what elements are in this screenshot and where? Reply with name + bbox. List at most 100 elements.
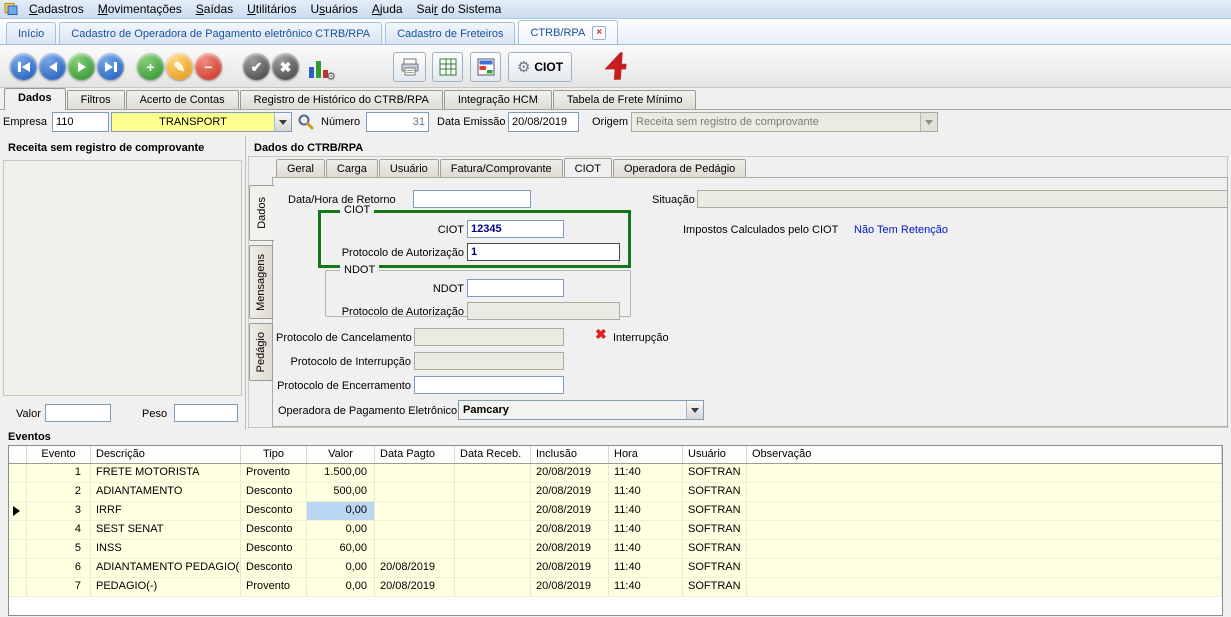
column-header[interactable]: Inclusão (531, 446, 609, 463)
grid-cell[interactable]: SOFTRAN (683, 559, 747, 577)
grid-cell[interactable]: 6 (27, 559, 91, 577)
ciot-button[interactable]: ⚙ CIOT (508, 52, 572, 82)
grid-cell[interactable]: 11:40 (609, 521, 683, 539)
grid-cell[interactable] (747, 464, 1222, 482)
empresa-dropdown-icon[interactable] (274, 113, 291, 131)
grid-cell[interactable]: 20/08/2019 (531, 483, 609, 501)
grid-cell[interactable]: PEDAGIO(-) (91, 578, 241, 596)
grid-cell[interactable]: Provento (241, 578, 307, 596)
ctrb-side-tab[interactable]: Mensagens (249, 245, 273, 319)
close-tab-icon[interactable]: × (592, 26, 606, 40)
grid-cell[interactable]: 5 (27, 540, 91, 558)
grid-cell[interactable]: 11:40 (609, 578, 683, 596)
grid-cell[interactable]: 500,00 (307, 483, 375, 501)
spreadsheet-button[interactable] (432, 52, 463, 82)
page-tab[interactable]: Acerto de Contas (126, 90, 239, 109)
column-header[interactable]: Observação (747, 446, 1222, 463)
page-tab[interactable]: Filtros (67, 90, 125, 109)
grid-cell[interactable]: Desconto (241, 483, 307, 501)
menu-item[interactable]: Ajuda (365, 1, 410, 17)
grid-cell[interactable] (375, 502, 455, 520)
cancel-button[interactable]: ✖ (272, 53, 299, 80)
data-emissao-input[interactable] (508, 112, 579, 132)
search-icon[interactable] (297, 113, 314, 133)
valor-input[interactable] (45, 404, 111, 422)
peso-input[interactable] (174, 404, 238, 422)
ctrb-tab[interactable]: Operadora de Pedágio (613, 159, 746, 177)
menu-item[interactable]: Utilitários (240, 1, 303, 17)
page-tab[interactable]: Dados (4, 88, 66, 110)
grid-cell[interactable]: 20/08/2019 (531, 464, 609, 482)
document-tab[interactable]: Cadastro de Freteiros (385, 22, 515, 44)
numero-input[interactable] (366, 112, 429, 132)
grid-cell[interactable]: 11:40 (609, 464, 683, 482)
ctrb-tab[interactable]: Geral (276, 159, 325, 177)
grid-cell[interactable]: 20/08/2019 (531, 521, 609, 539)
grid-cell[interactable]: 0,00 (307, 502, 375, 520)
ctrb-side-tab[interactable]: Dados (249, 185, 274, 241)
delete-record-button[interactable]: − (195, 53, 222, 80)
grid-cell[interactable]: Desconto (241, 502, 307, 520)
grid-cell[interactable]: IRRF (91, 502, 241, 520)
grid-cell[interactable] (455, 521, 531, 539)
grid-cell[interactable]: 20/08/2019 (531, 540, 609, 558)
table-row[interactable]: 7PEDAGIO(-)Provento0,0020/08/201920/08/2… (9, 578, 1222, 597)
add-record-button[interactable]: + (137, 53, 164, 80)
grid-cell[interactable]: 60,00 (307, 540, 375, 558)
grid-cell[interactable]: SOFTRAN (683, 578, 747, 596)
grid-cell[interactable]: 20/08/2019 (531, 559, 609, 577)
table-row[interactable]: 1FRETE MOTORISTAProvento1.500,0020/08/20… (9, 464, 1222, 483)
grid-cell[interactable] (747, 502, 1222, 520)
grid-cell[interactable] (455, 464, 531, 482)
grid-cell[interactable] (747, 578, 1222, 596)
grid-cell[interactable]: Desconto (241, 521, 307, 539)
menu-item[interactable]: Cadastros (22, 1, 91, 17)
confirm-button[interactable]: ✔ (243, 53, 270, 80)
grid-cell[interactable]: FRETE MOTORISTA (91, 464, 241, 482)
table-row[interactable]: 2ADIANTAMENTODesconto500,0020/08/201911:… (9, 483, 1222, 502)
grid-cell[interactable]: Desconto (241, 559, 307, 577)
table-row[interactable]: 3IRRFDesconto0,0020/08/201911:40SOFTRAN (9, 502, 1222, 521)
ctrb-side-tab[interactable]: Pedágio (249, 323, 273, 381)
left-panel-list[interactable] (3, 160, 242, 396)
grid-cell[interactable]: 11:40 (609, 559, 683, 577)
operadora-dropdown-icon[interactable] (686, 401, 703, 419)
column-header[interactable]: Hora (609, 446, 683, 463)
grid-cell[interactable] (375, 540, 455, 558)
column-header[interactable]: Data Receb. (455, 446, 531, 463)
document-tab[interactable]: Início (6, 22, 56, 44)
menu-item[interactable]: Sair do Sistema (410, 1, 509, 17)
grid-cell[interactable] (747, 559, 1222, 577)
ctrb-tab[interactable]: Usuário (379, 159, 439, 177)
grid-cell[interactable]: SOFTRAN (683, 464, 747, 482)
table-row[interactable]: 6ADIANTAMENTO PEDAGIO(+)Desconto0,0020/0… (9, 559, 1222, 578)
protocolo-encerramento-input[interactable] (414, 376, 564, 394)
grid-cell[interactable]: 3 (27, 502, 91, 520)
document-tab[interactable]: Cadastro de Operadora de Pagamento eletr… (59, 22, 382, 44)
grid-cell[interactable]: 20/08/2019 (375, 578, 455, 596)
grid-cell[interactable]: ADIANTAMENTO PEDAGIO(+) (91, 559, 241, 577)
grid-cell[interactable]: Desconto (241, 540, 307, 558)
grid-cell[interactable]: 1 (27, 464, 91, 482)
grid-cell[interactable] (455, 578, 531, 596)
grid-cell[interactable]: INSS (91, 540, 241, 558)
grid-cell[interactable]: SOFTRAN (683, 521, 747, 539)
grid-cell[interactable] (455, 483, 531, 501)
column-header[interactable]: Descrição (91, 446, 241, 463)
grid-cell[interactable]: 11:40 (609, 540, 683, 558)
column-header[interactable]: Tipo (241, 446, 307, 463)
edit-record-button[interactable]: ✎ (166, 53, 193, 80)
grid-cell[interactable] (455, 540, 531, 558)
ctrb-tab[interactable]: Carga (326, 159, 378, 177)
empresa-combobox[interactable]: TRANSPORT (111, 112, 292, 132)
print-button[interactable] (393, 52, 426, 82)
grid-cell[interactable]: 4 (27, 521, 91, 539)
grid-cell[interactable]: ADIANTAMENTO (91, 483, 241, 501)
grid-cell[interactable]: 20/08/2019 (531, 578, 609, 596)
nav-last-button[interactable] (97, 53, 124, 80)
menu-item[interactable]: Movimentações (91, 1, 189, 17)
grid-cell[interactable] (455, 502, 531, 520)
chart-button[interactable]: ⚙ (306, 53, 334, 81)
operadora-combobox[interactable]: Pamcary (458, 400, 704, 420)
grid-cell[interactable] (375, 483, 455, 501)
